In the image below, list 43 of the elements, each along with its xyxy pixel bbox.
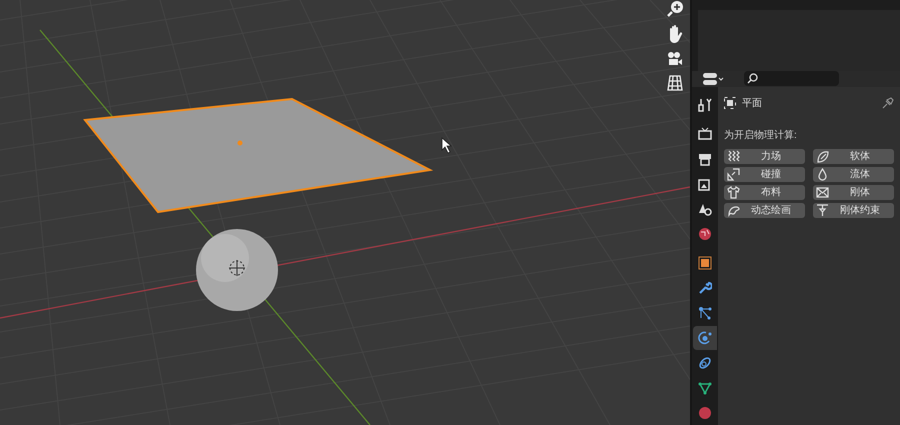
envelope-icon	[816, 186, 829, 199]
hanging-hook-icon	[816, 204, 829, 217]
movie-camera-icon[interactable]	[666, 50, 684, 68]
pin-icon[interactable]	[882, 97, 894, 109]
sphere[interactable]	[196, 229, 278, 311]
triangle-mesh-icon	[698, 381, 712, 395]
mouse-pointer-icon	[442, 137, 452, 154]
physics-button[interactable]: 动态绘画	[724, 203, 805, 218]
physics-button[interactable]: 软体	[813, 149, 894, 164]
selected-plane[interactable]	[83, 98, 434, 214]
chain-icon	[698, 356, 712, 370]
tool-icon	[698, 98, 712, 112]
cone-sphere-icon	[698, 202, 712, 216]
wrench-icon	[698, 281, 712, 295]
section-heading: 为开启物理计算:	[724, 128, 798, 143]
wave-lines-icon	[727, 150, 740, 163]
brush-icon	[727, 204, 740, 217]
3d-cursor-icon	[228, 260, 246, 276]
object-name: 平面	[742, 96, 762, 110]
search-icon	[747, 73, 758, 84]
sphere-icon	[698, 406, 712, 420]
zoom-icon[interactable]	[666, 0, 684, 18]
physics-button[interactable]: 碰撞	[724, 167, 805, 182]
editor-type-icon[interactable]	[702, 72, 724, 86]
drop-icon	[816, 168, 829, 181]
physics-button[interactable]: 刚体约束	[813, 203, 894, 218]
physics-button[interactable]: 布料	[724, 185, 805, 200]
origin-dot	[238, 140, 242, 146]
object-square-icon	[724, 97, 736, 109]
physics-button[interactable]: 刚体	[813, 185, 894, 200]
shirt-icon	[727, 186, 740, 199]
printer-icon	[698, 152, 712, 166]
physics-button[interactable]: 流体	[813, 167, 894, 182]
search-field[interactable]	[744, 71, 839, 86]
physics-button[interactable]: 力场	[724, 149, 805, 164]
camera-back-icon	[698, 127, 712, 141]
square-icon	[698, 256, 712, 270]
particles-icon	[698, 306, 712, 320]
leaf-icon	[816, 150, 829, 163]
globe-icon	[698, 227, 712, 241]
image-icon	[698, 177, 712, 191]
grid-icon[interactable]	[666, 74, 684, 92]
orbit-icon	[698, 331, 712, 345]
